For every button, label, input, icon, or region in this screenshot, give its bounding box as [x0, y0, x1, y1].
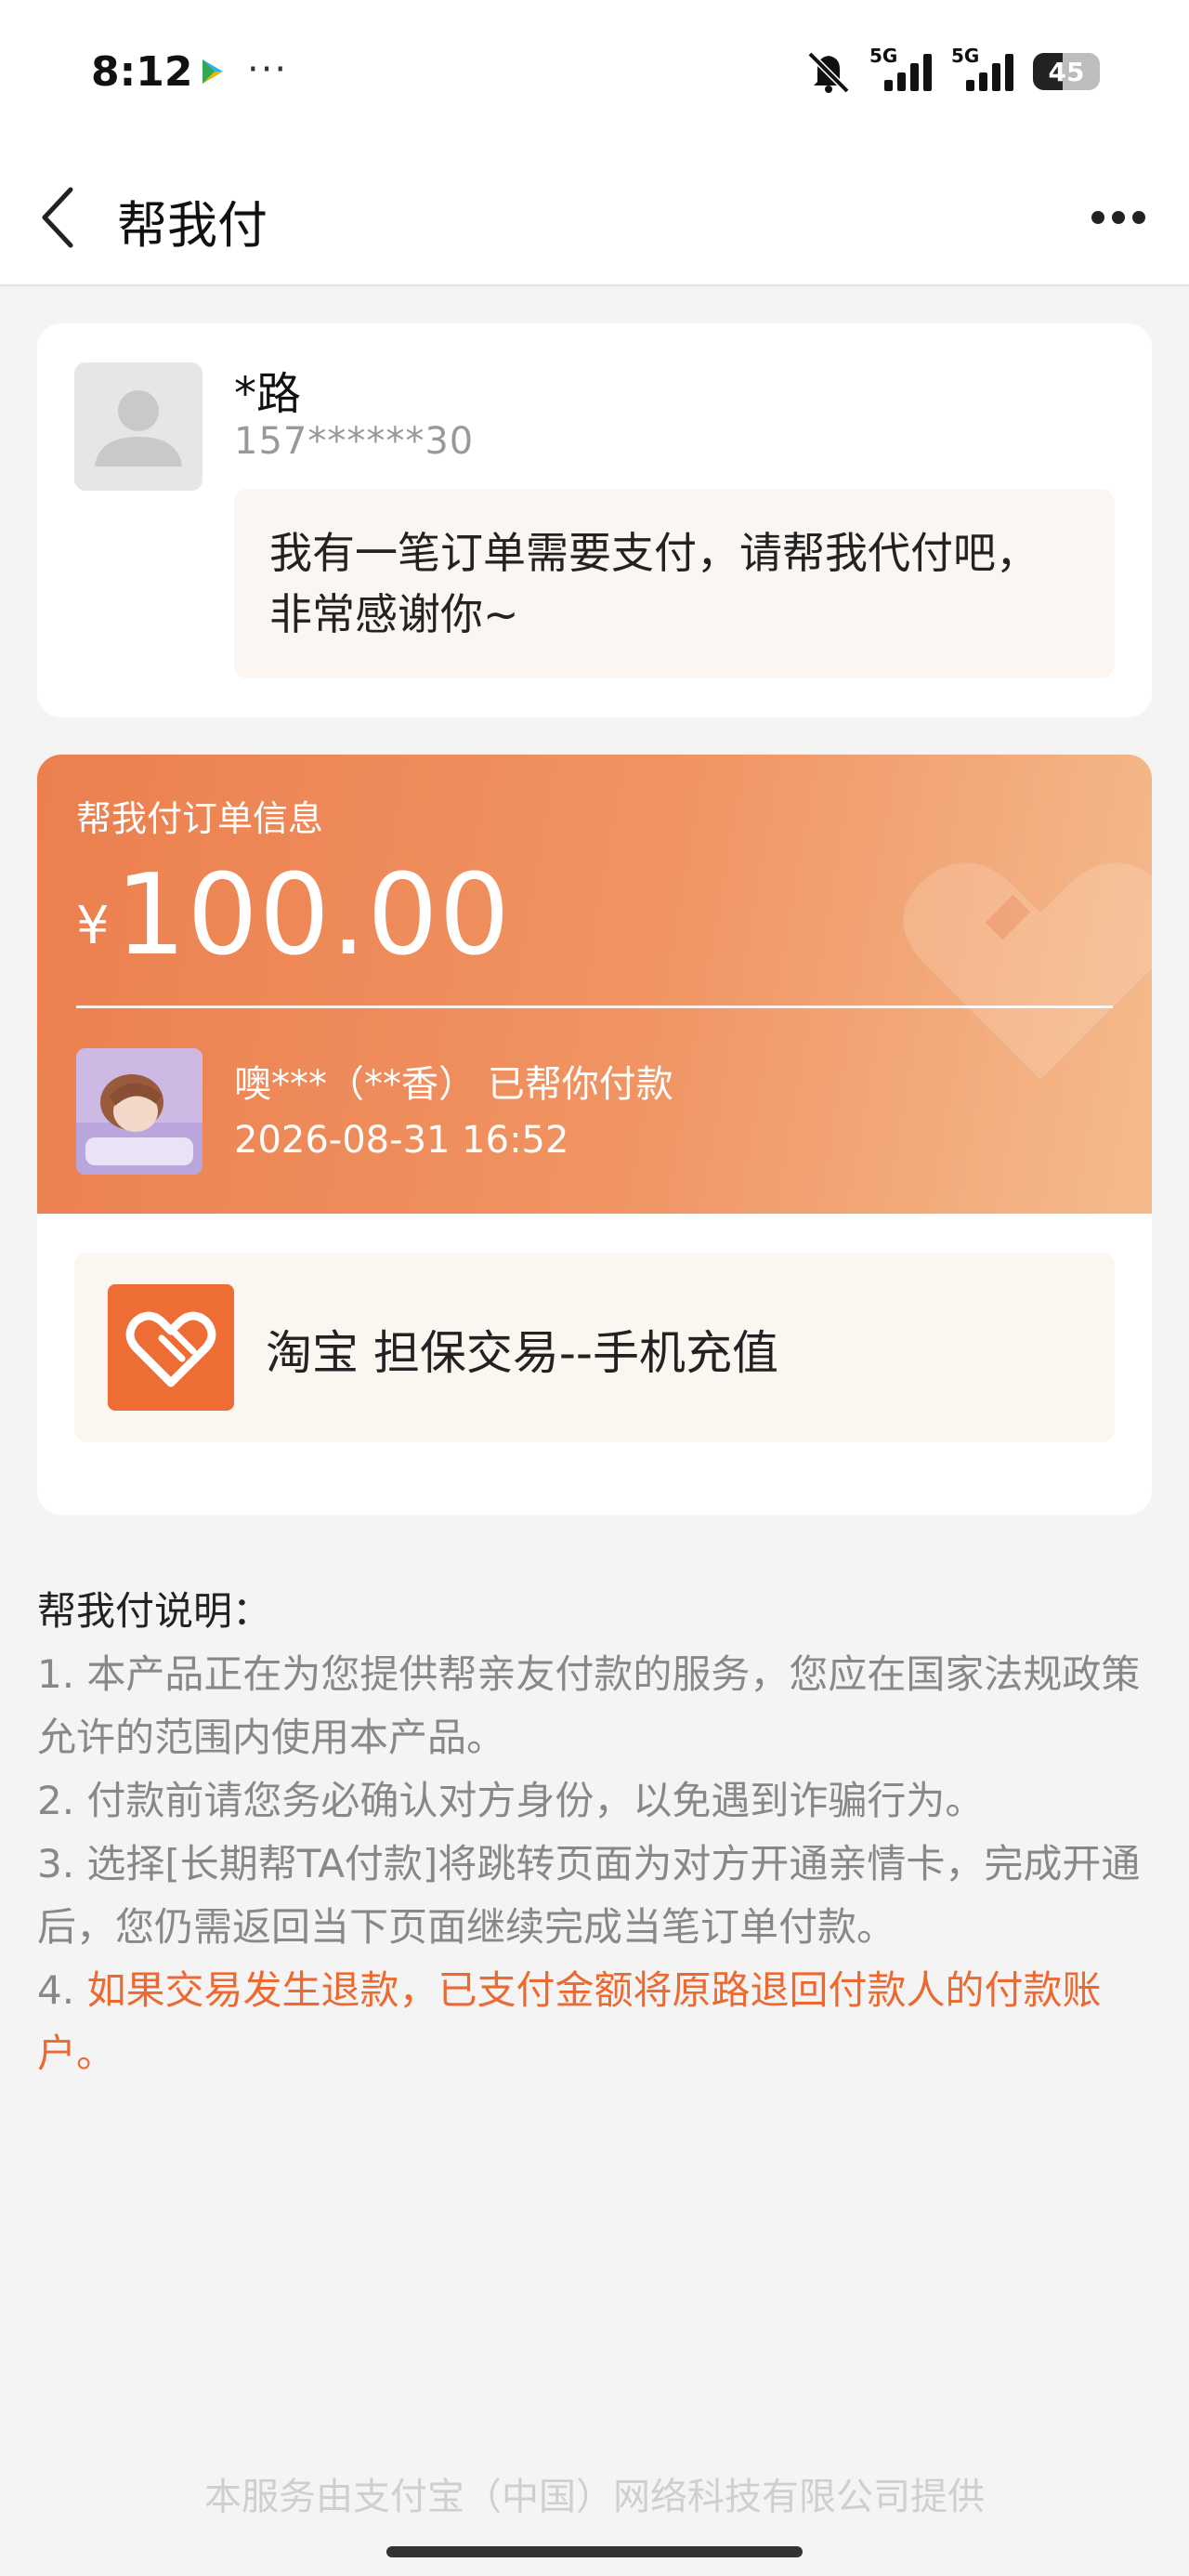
order-card: 帮我付订单信息 ¥ 100.00 噢***（**香） 已帮你付款 2026-08… [37, 755, 1152, 1515]
instruction-item-1: 1. 本产品正在为您提供帮亲友付款的服务，您应在国家法规政策允许的范围内使用本产… [37, 1651, 1141, 1760]
requester-phone: 157******30 [234, 420, 475, 463]
merchant-name: 淘宝 担保交易--手机充值 [266, 1326, 778, 1380]
instructions-title: 帮我付说明： [37, 1588, 272, 1634]
network-type-1: 5G [869, 45, 898, 67]
status-time: 8:12 [91, 48, 193, 96]
instruction-item-4: 4. 如果交易发生退款，已支付金额将原路退回付款人的付款账户。 [37, 1959, 1161, 2085]
mute-icon [807, 51, 850, 93]
requester-avatar [74, 362, 203, 491]
instructions: 帮我付说明： 1. 本产品正在为您提供帮亲友付款的服务，您应在国家法规政策允许的… [37, 1580, 1161, 2085]
nav-header: 帮我付 [0, 149, 1189, 286]
status-more-dots: ··· [247, 48, 289, 91]
provider-footer: 本服务由支付宝（中国）网络科技有限公司提供 [204, 2476, 985, 2518]
page-title: 帮我付 [117, 196, 268, 255]
more-dots-icon[interactable] [1089, 199, 1148, 236]
battery-level: 45 [1048, 57, 1085, 87]
instruction-item-4-number: 4. [37, 1967, 87, 2013]
refund-warning-text: 如果交易发生退款，已支付金额将原路退回付款人的付款账户。 [37, 1967, 1102, 2076]
paid-time: 2026-08-31 16:52 [234, 1119, 569, 1162]
order-amount: 100.00 [115, 851, 511, 980]
requester-name: *路 [234, 368, 302, 420]
merchant-row[interactable]: 淘宝 担保交易--手机充值 [74, 1253, 1115, 1442]
payer-avatar [76, 1048, 203, 1175]
status-bar: 8:12 ··· 5G 5G 45 [0, 0, 1189, 149]
signal-2-icon: 5G [951, 45, 1016, 95]
order-section-title: 帮我付订单信息 [76, 798, 324, 839]
instruction-item-3: 3. 选择[长期帮TA付款]将跳转页面为对方开通亲情卡，完成开通后，您仍需返回当… [37, 1841, 1141, 1950]
chevron-left-icon[interactable] [37, 182, 78, 253]
instruction-item-2: 2. 付款前请您务必确认对方身份，以免遇到诈骗行为。 [37, 1778, 985, 1823]
home-indicator[interactable] [386, 2546, 803, 2557]
battery-icon: 45 [1033, 53, 1100, 90]
signal-1-icon: 5G [869, 45, 934, 95]
divider [76, 1005, 1113, 1008]
requester-card: *路 157******30 我有一笔订单需要支付，请帮我代付吧，非常感谢你~ [37, 323, 1152, 717]
taobao-guarantee-icon [108, 1284, 234, 1411]
default-avatar-icon [95, 390, 182, 467]
payer-status: 噢***（**香） 已帮你付款 [234, 1063, 673, 1106]
heart-watermark-icon [903, 862, 1152, 1080]
network-type-2: 5G [951, 45, 980, 67]
currency-symbol: ¥ [76, 896, 110, 956]
order-info-panel: 帮我付订单信息 ¥ 100.00 噢***（**香） 已帮你付款 2026-08… [37, 755, 1152, 1214]
status-right-group: 5G 5G 45 [804, 45, 1100, 95]
play-store-icon [203, 59, 223, 84]
request-message: 我有一笔订单需要支付，请帮我代付吧，非常感谢你~ [234, 489, 1115, 678]
